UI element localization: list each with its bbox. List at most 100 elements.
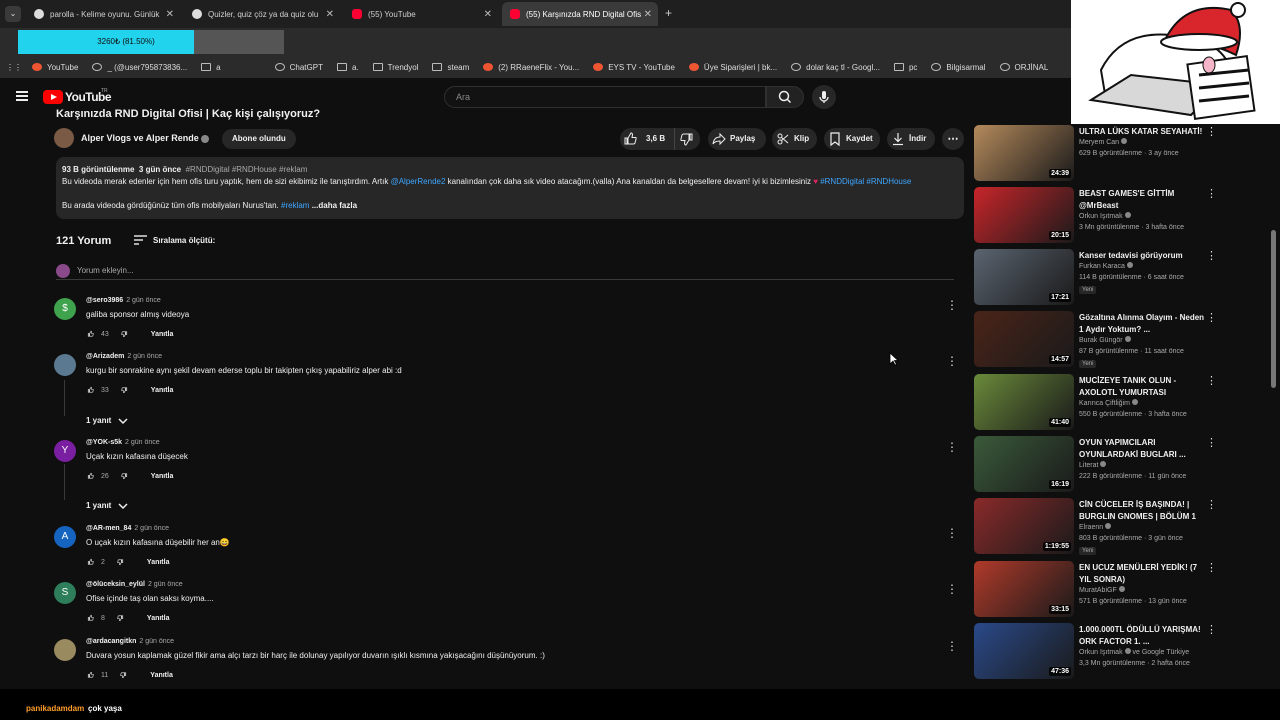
related-video-title[interactable]: EN UCUZ MENÜLERİ YEDİK! (7 YIL SONRA) [1079, 562, 1207, 586]
youtube-logo-icon[interactable] [43, 90, 63, 104]
video-menu-icon[interactable]: ⋮ [1206, 187, 1217, 200]
video-menu-icon[interactable]: ⋮ [1206, 311, 1217, 324]
thumbs-up-icon[interactable] [86, 329, 96, 339]
reply-button[interactable]: Yanıtla [151, 387, 174, 394]
video-thumbnail[interactable]: 17:21 [974, 249, 1074, 305]
avatar[interactable]: $ [54, 298, 76, 320]
tab-quizler[interactable]: Quizler, quiz çöz ya da quiz olu ✕ [184, 2, 340, 26]
thumbs-down-icon[interactable] [119, 471, 129, 481]
video-thumbnail[interactable]: 33:15 [974, 561, 1074, 617]
related-video-item[interactable]: 41:40 MUCİZEYE TANIK OLUN - AXOLOTL YUMUR… [974, 374, 1217, 432]
video-menu-icon[interactable]: ⋮ [1206, 498, 1217, 511]
comment-time[interactable]: 2 gün önce [126, 297, 161, 304]
video-thumbnail[interactable]: 16:19 [974, 436, 1074, 492]
comment-time[interactable]: 2 gün önce [127, 353, 162, 360]
bookmark-item[interactable]: pc [893, 63, 917, 72]
sort-button[interactable]: Sıralama ölçütü: [134, 235, 215, 245]
bookmark-item[interactable]: (2) RRaeneFlix - You... [483, 63, 579, 72]
video-menu-icon[interactable]: ⋮ [1206, 436, 1217, 449]
comment-time[interactable]: 2 gün önce [148, 581, 183, 588]
related-video-channel[interactable]: Orkun Işıtmak ve Google Türkiye [1079, 648, 1189, 656]
thumbs-down-icon[interactable] [119, 329, 129, 339]
comment-menu-icon[interactable]: ⋮ [946, 582, 958, 598]
video-description[interactable]: 93 B görüntülenme 3 gün önce #RNDDigital… [56, 157, 964, 219]
channel-avatar[interactable] [54, 128, 74, 148]
related-video-channel[interactable]: Karınca Çiftliğim [1079, 399, 1138, 407]
comment-time[interactable]: 2 gün önce [139, 638, 174, 645]
bookmark-item[interactable]: Bilgisarmal [931, 63, 986, 72]
comment-author[interactable]: @ardacangitkn 2 gün önce [86, 638, 174, 645]
close-icon[interactable]: ✕ [484, 9, 492, 20]
related-video-item[interactable]: 47:36 1.000.000TL ÖDÜLLÜ YARIŞMA! ORK FAC… [974, 623, 1217, 681]
bookmark-item[interactable]: steam [432, 63, 469, 72]
bookmark-item[interactable]: YouTube [32, 63, 78, 72]
video-thumbnail[interactable]: 47:36 [974, 623, 1074, 679]
new-tab-button[interactable]: + [665, 6, 672, 20]
bookmark-item[interactable]: ChatGPT [274, 63, 323, 72]
thumbs-up-icon[interactable] [86, 613, 96, 623]
related-video-channel[interactable]: Furkan Karaca [1079, 262, 1133, 270]
avatar[interactable]: Y [54, 440, 76, 462]
channel-name[interactable]: Alper Vlogs ve Alper Rende [81, 133, 199, 143]
tab-parolla[interactable]: parolla - Kelime oyunu. Günlük ✕ [26, 2, 180, 26]
thumbs-down-icon[interactable] [118, 670, 128, 680]
more-actions-button[interactable]: ⋯ [942, 128, 964, 150]
thumbs-down-icon[interactable] [115, 557, 125, 567]
comment-menu-icon[interactable]: ⋮ [946, 639, 958, 655]
hashtag-links[interactable]: #RNDDigital #RNDHouse [820, 177, 911, 186]
comment-time[interactable]: 2 gün önce [134, 525, 169, 532]
menu-icon[interactable] [16, 91, 28, 101]
related-video-title[interactable]: CİN CÜCELER İŞ BAŞINDA! | BURGLIN GNOMES… [1079, 499, 1207, 523]
close-icon[interactable]: ✕ [644, 9, 652, 20]
thumbs-down-icon[interactable] [119, 385, 129, 395]
avatar[interactable]: S [54, 582, 76, 604]
bookmark-item[interactable]: dolar kaç tl - Googl... [791, 63, 880, 72]
channel-mention-link[interactable]: @AlperRende2 [391, 177, 446, 186]
avatar[interactable] [54, 639, 76, 661]
related-video-title[interactable]: MUCİZEYE TANIK OLUN - AXOLOTL YUMURTASI [1079, 375, 1207, 399]
thumbs-up-icon[interactable] [86, 471, 96, 481]
avatar[interactable]: A [54, 526, 76, 548]
search-input[interactable]: Ara [444, 86, 766, 108]
clip-button[interactable]: Klip [772, 128, 817, 150]
reply-button[interactable]: Yanıtla [150, 672, 173, 679]
comment-author[interactable]: @YOK-s5k 2 gün önce [86, 439, 160, 446]
tab-youtube[interactable]: (55) YouTube ✕ [344, 2, 498, 26]
bookmark-item[interactable]: ORJİNAL [999, 63, 1048, 72]
video-thumbnail[interactable]: 20:15 [974, 187, 1074, 243]
video-menu-icon[interactable]: ⋮ [1206, 125, 1217, 138]
subscribe-button[interactable]: Abone olundu [222, 129, 296, 149]
add-comment-field[interactable]: Yorum ekleyin... [56, 264, 954, 280]
thumbs-down-icon[interactable] [115, 613, 125, 623]
thumbs-up-icon[interactable] [86, 385, 96, 395]
related-video-item[interactable]: 14:57 Gözaltına Alınma Olayım - Neden 1 A… [974, 311, 1217, 369]
tab-list-button[interactable]: ⌄ [5, 6, 21, 22]
hashtags[interactable]: #RNDDigital #RNDHouse #reklam [186, 165, 308, 174]
hashtag-link[interactable]: #reklam [281, 201, 309, 210]
save-button[interactable]: Kaydet [824, 128, 880, 150]
video-thumbnail[interactable]: 14:57 [974, 311, 1074, 367]
search-button[interactable] [766, 86, 804, 108]
comment-menu-icon[interactable]: ⋮ [946, 526, 958, 542]
comment-author[interactable]: @ölüceksin_eylül 2 gün önce [86, 581, 183, 588]
bookmark-item[interactable]: _ (@user795873836... [92, 63, 187, 72]
related-video-channel[interactable]: Meryem Can [1079, 138, 1128, 146]
apps-icon[interactable]: ⋮⋮ [6, 63, 22, 72]
comment-menu-icon[interactable]: ⋮ [946, 354, 958, 370]
related-video-title[interactable]: Kanser tedavisi görüyorum [1079, 250, 1207, 262]
dislike-button[interactable] [674, 128, 700, 150]
related-video-channel[interactable]: Orkun Işıtmak [1079, 212, 1131, 220]
bookmark-item[interactable]: a. [336, 63, 359, 72]
reply-button[interactable]: Yanıtla [147, 559, 170, 566]
related-video-title[interactable]: Gözaltına Alınma Olayım - Neden 1 Aydır … [1079, 312, 1207, 336]
related-video-channel[interactable]: Elraenn [1079, 523, 1112, 531]
reply-button[interactable]: Yanıtla [147, 615, 170, 622]
related-video-channel[interactable]: Burak Güngör [1079, 336, 1131, 344]
video-thumbnail[interactable]: 1:19:55 [974, 498, 1074, 554]
related-video-title[interactable]: ULTRA LÜKS KATAR SEYAHATİ! [1079, 126, 1207, 138]
video-menu-icon[interactable]: ⋮ [1206, 561, 1217, 574]
reply-button[interactable]: Yanıtla [151, 331, 174, 338]
replies-toggle[interactable]: 1 yanıt [86, 501, 129, 510]
video-menu-icon[interactable]: ⋮ [1206, 249, 1217, 262]
comment-menu-icon[interactable]: ⋮ [946, 298, 958, 314]
